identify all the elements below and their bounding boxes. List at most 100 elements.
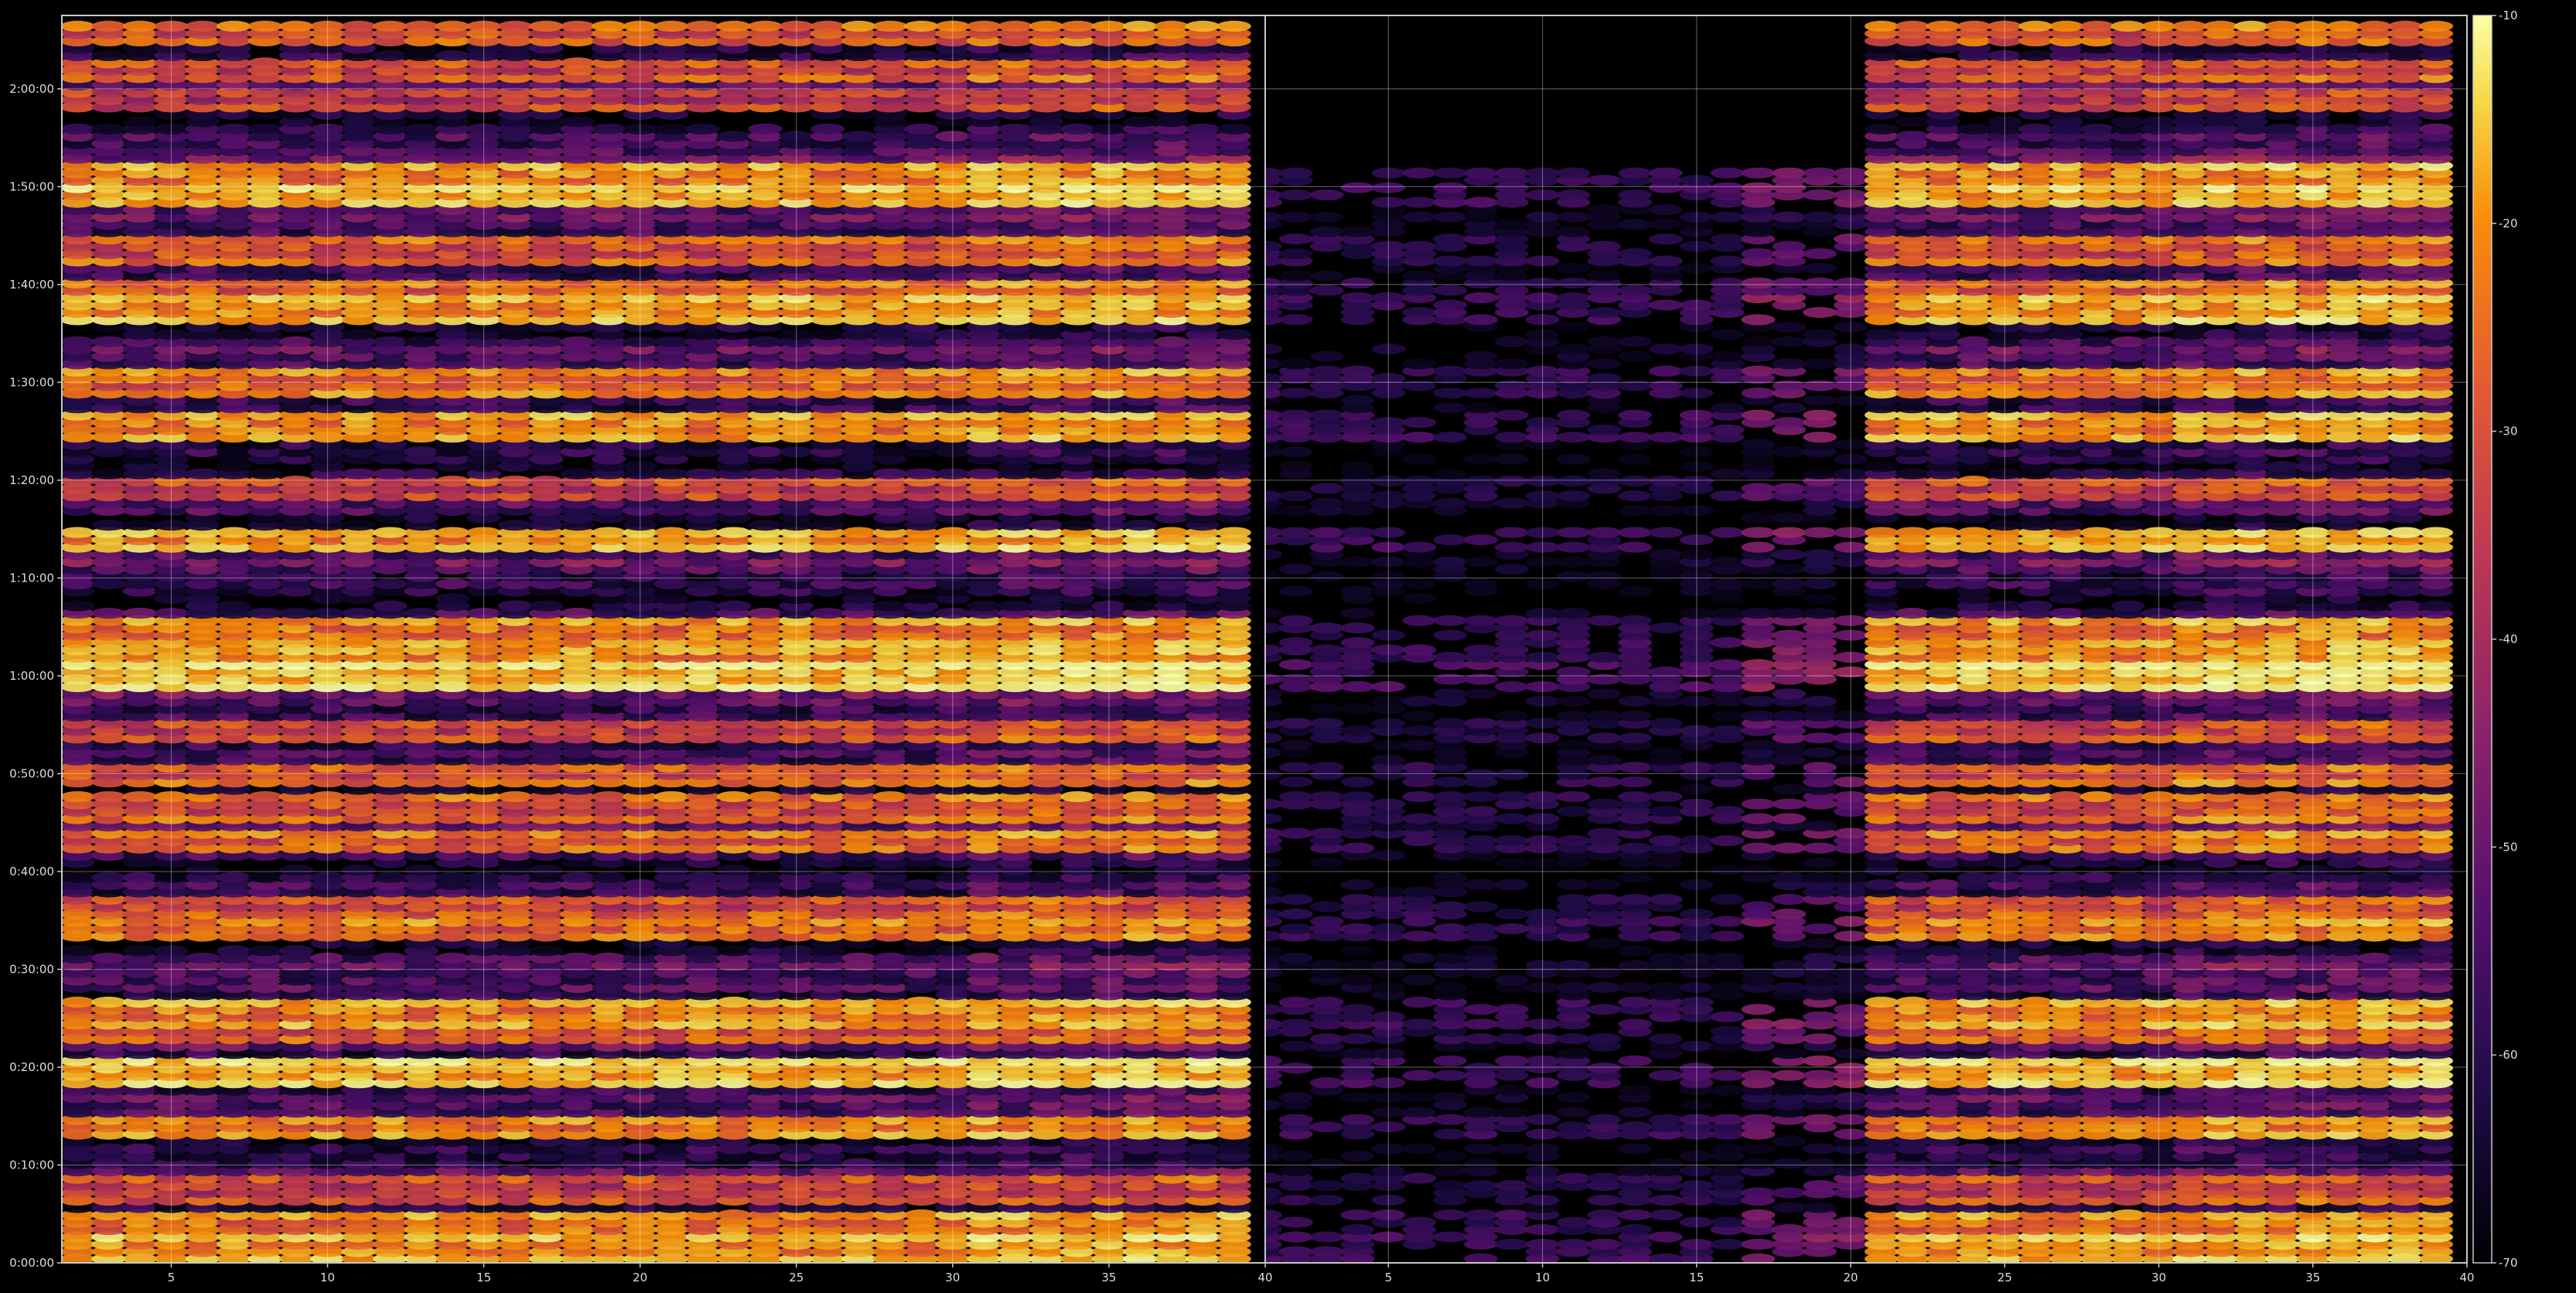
heatmap-cell: [685, 468, 720, 479]
heatmap-cell: [435, 578, 470, 590]
heatmap-cell: [560, 607, 595, 619]
heatmap-cell: [373, 872, 408, 883]
heatmap-cell: [967, 520, 1001, 531]
heatmap-cell: [841, 872, 876, 883]
heatmap-cell: [91, 520, 126, 531]
heatmap-cell: [62, 336, 95, 347]
heatmap-cell: [841, 1158, 876, 1169]
heatmap-cell: [1029, 468, 1064, 479]
heatmap-cell: [122, 1143, 158, 1155]
heatmap-cell: [62, 527, 95, 538]
heatmap-cell: [716, 945, 752, 957]
heatmap-cell: [998, 600, 1032, 612]
heatmap-cell: [748, 872, 783, 883]
heatmap-cell: [872, 446, 908, 458]
heatmap-cell: [404, 468, 438, 479]
heatmap-cell: [62, 791, 95, 803]
heatmap-cell: [373, 600, 408, 612]
heatmap-cell: [91, 336, 126, 347]
heatmap-cell: [560, 872, 595, 883]
heatmap-cell: [592, 872, 626, 883]
heatmap-cell: [435, 476, 470, 487]
heatmap-cell: [1216, 329, 1251, 340]
heatmap-cell: [685, 872, 720, 883]
heatmap-cell: [748, 468, 783, 479]
heatmap-cell: [247, 791, 282, 803]
heatmap-cell: [904, 1143, 939, 1155]
heatmap-cell: [217, 872, 251, 883]
heatmap-cell: [653, 468, 689, 479]
heatmap-cell: [404, 336, 438, 347]
heatmap-cell: [91, 791, 126, 803]
heatmap-cell: [341, 520, 377, 531]
heatmap-chart: 0:00:000:10:000:20:000:30:000:40:000:50:…: [9, 9, 2517, 1284]
heatmap-cell: [341, 329, 377, 340]
heatmap-cell: [278, 607, 314, 619]
heatmap-cell: [810, 329, 845, 340]
heatmap-cell: [1154, 468, 1189, 479]
heatmap-cell: [716, 600, 752, 612]
heatmap-cell: [529, 476, 564, 487]
heatmap-cell: [91, 996, 126, 1008]
heatmap-cell: [497, 600, 533, 612]
heatmap-cell: [247, 945, 282, 957]
heatmap-cell: [62, 600, 95, 612]
heatmap-cell: [560, 468, 595, 479]
heatmap-cell: [685, 945, 720, 957]
heatmap-cell: [748, 607, 783, 619]
heatmap-cell: [122, 520, 158, 531]
heatmap-cell: [1029, 520, 1064, 531]
heatmap-cell: [748, 336, 783, 347]
heatmap-cell: [529, 600, 564, 612]
heatmap-cell: [841, 952, 876, 964]
heatmap-cell: [373, 952, 408, 964]
heatmap-cell: [217, 329, 251, 340]
heatmap-cell: [748, 520, 783, 531]
heatmap-cell: [1216, 527, 1251, 538]
heatmap-cell: [1060, 520, 1095, 531]
heatmap-cell: [904, 592, 939, 605]
heatmap-cell: [685, 600, 720, 612]
heatmap-cell: [373, 336, 408, 347]
heatmap-cell: [716, 996, 752, 1008]
heatmap-cell: [185, 468, 220, 479]
heatmap-cell: [904, 468, 939, 479]
heatmap-cell: [62, 945, 95, 957]
heatmap-cell: [1060, 791, 1095, 803]
heatmap-cell: [217, 945, 251, 957]
heatmap-cell: [91, 1143, 126, 1155]
heatmap-cell: [592, 791, 626, 803]
heatmap-cell: [217, 600, 251, 612]
heatmap-cell: [529, 865, 564, 876]
heatmap-cell: [1123, 520, 1158, 531]
heatmap-cell: [497, 1165, 533, 1177]
heatmap-cell: [62, 872, 95, 883]
heatmap-cell: [1123, 468, 1158, 479]
heatmap-cell: [810, 1143, 845, 1155]
heatmap-cell: [872, 468, 908, 479]
heatmap-cell: [1123, 600, 1158, 612]
heatmap-cell: [1123, 791, 1158, 803]
heatmap-cell: [435, 952, 470, 964]
heatmap-cell: [341, 865, 377, 876]
heatmap-cell: [62, 996, 95, 1008]
panel-left-heatmap: [62, 20, 1251, 1263]
heatmap-cell: [278, 476, 314, 487]
heatmap-cell: [278, 865, 314, 876]
heatmap-cell: [748, 1143, 783, 1155]
heatmap-cell: [810, 468, 845, 479]
heatmap-cell: [185, 952, 220, 964]
heatmap-cell: [497, 791, 533, 803]
heatmap-cell: [278, 336, 314, 347]
heatmap-cell: [810, 607, 845, 619]
heatmap-cell: [278, 1143, 314, 1155]
heatmap-cell: [904, 996, 939, 1008]
heatmap-cell: [716, 865, 752, 876]
heatmap-cell: [841, 527, 876, 538]
heatmap-cell: [373, 527, 408, 538]
heatmap-cell: [122, 791, 158, 803]
heatmap-cell: [435, 872, 470, 883]
heatmap-cell: [653, 1143, 689, 1155]
heatmap-cell: [404, 865, 438, 876]
heatmap-cell: [122, 945, 158, 957]
